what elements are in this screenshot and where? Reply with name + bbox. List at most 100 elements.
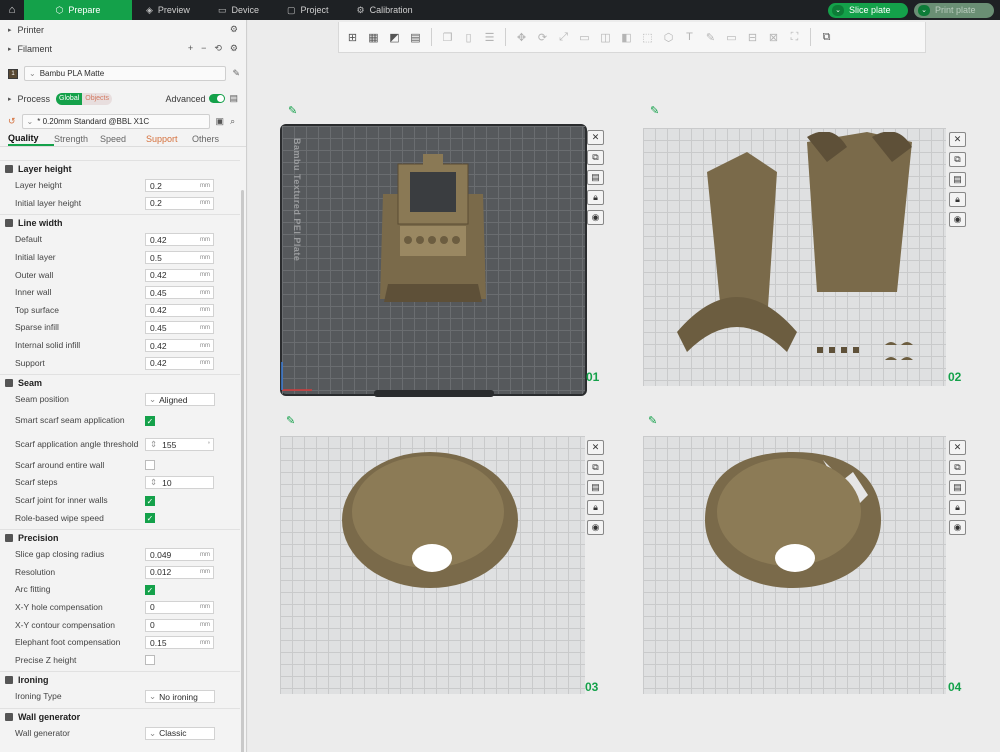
- sync-icon[interactable]: ⟲: [214, 43, 222, 54]
- close-icon[interactable]: ✕: [949, 132, 966, 147]
- model-object[interactable]: [703, 450, 883, 590]
- top-surface-width-input[interactable]: 0.42 mm: [145, 303, 214, 317]
- lock-icon[interactable]: 🔒︎: [587, 500, 604, 515]
- tab-device[interactable]: ▭ Device: [204, 0, 273, 20]
- collapse-icon[interactable]: ▸: [8, 26, 12, 34]
- scarf-entire-checkbox[interactable]: [145, 460, 155, 471]
- auto-arrange-icon[interactable]: ⧉: [587, 150, 604, 165]
- slice-gap-input[interactable]: 0.049 mm: [145, 548, 214, 562]
- collapse-icon[interactable]: ▸: [8, 95, 12, 103]
- save-icon[interactable]: ▣: [216, 116, 225, 127]
- inner-wall-width-input[interactable]: 0.45 mm: [145, 286, 214, 300]
- tab-quality[interactable]: Quality: [8, 131, 54, 146]
- add-plate-icon[interactable]: ▦: [364, 28, 383, 47]
- arrange-icon[interactable]: ▤: [406, 28, 425, 47]
- plate-02[interactable]: [643, 128, 946, 386]
- eye-icon[interactable]: ◉: [587, 210, 604, 225]
- text-icon[interactable]: T: [680, 28, 699, 47]
- initial-layer-height-input[interactable]: 0.2 mm: [145, 196, 214, 210]
- lock-icon[interactable]: 🔒︎: [949, 500, 966, 515]
- auto-arrange-icon[interactable]: ⧉: [949, 460, 966, 475]
- auto-arrange-icon[interactable]: ⧉: [949, 152, 966, 167]
- paste-icon[interactable]: ▯: [459, 28, 478, 47]
- color-paint-icon[interactable]: ✎: [701, 28, 720, 47]
- dropdown-chevron-icon[interactable]: ⌄: [918, 4, 930, 16]
- edit-plate-icon[interactable]: ✎: [650, 104, 659, 117]
- layer-height-input[interactable]: 0.2 mm: [145, 179, 214, 193]
- lay-on-face-icon[interactable]: ▭: [575, 28, 594, 47]
- internal-solid-infill-width-input[interactable]: 0.42 mm: [145, 339, 214, 353]
- rotate-icon[interactable]: ⟳: [533, 28, 552, 47]
- settings-icon[interactable]: ⚙: [230, 43, 238, 54]
- edit-icon[interactable]: ✎: [232, 68, 240, 79]
- resolution-input[interactable]: 0.012 mm: [145, 565, 214, 579]
- scale-icon[interactable]: ⤢: [554, 28, 573, 47]
- 3d-viewport[interactable]: ⊞ ▦ ◩ ▤ ❐ ▯ ☰ ✥ ⟳ ⤢ ▭ ◫ ◧ ⬚ ⬡ T ✎ ▭ ⊟ ⊠ …: [248, 20, 1000, 752]
- plate-03[interactable]: [280, 436, 585, 694]
- search-icon[interactable]: ⌕: [230, 116, 235, 127]
- initial-layer-width-input[interactable]: 0.5 mm: [145, 251, 214, 265]
- seam-paint-icon[interactable]: ⬡: [659, 28, 678, 47]
- ironing-type-select[interactable]: ⌄ No ironing: [145, 690, 215, 704]
- split-icon[interactable]: ⊠: [764, 28, 783, 47]
- plate-01[interactable]: Bambu Textured PEI Plate: [280, 124, 587, 397]
- wall-generator-select[interactable]: ⌄ Classic: [145, 726, 215, 740]
- plate-settings-icon[interactable]: ▤: [949, 172, 966, 187]
- tab-project[interactable]: ▢ Project: [273, 0, 343, 20]
- arc-fitting-checkbox[interactable]: ✓: [145, 584, 155, 595]
- tab-speed[interactable]: Speed: [100, 131, 146, 146]
- move-icon[interactable]: ✥: [512, 28, 531, 47]
- global-option[interactable]: Global: [56, 92, 83, 105]
- scarf-steps-input[interactable]: ⇕ 10: [145, 476, 214, 490]
- close-icon[interactable]: ✕: [949, 440, 966, 455]
- boolean-icon[interactable]: ◧: [617, 28, 636, 47]
- measure-icon[interactable]: ▭: [722, 28, 741, 47]
- edit-plate-icon[interactable]: ✎: [648, 414, 657, 427]
- role-wipe-checkbox[interactable]: ✓: [145, 513, 155, 524]
- tab-prepare[interactable]: ⬡ Prepare: [24, 0, 132, 20]
- filament-color-swatch[interactable]: 1: [8, 68, 18, 79]
- eye-icon[interactable]: ◉: [587, 520, 604, 535]
- slice-plate-button[interactable]: ⌄ Slice plate: [828, 2, 908, 18]
- add-icon[interactable]: +: [188, 43, 193, 54]
- sidebar-scrollbar[interactable]: [241, 190, 244, 752]
- eye-icon[interactable]: ◉: [949, 212, 966, 227]
- fit-view-icon[interactable]: ⛶: [785, 28, 804, 47]
- plate-settings-icon[interactable]: ▤: [949, 480, 966, 495]
- scarf-inner-checkbox[interactable]: ✓: [145, 495, 155, 506]
- plate-04[interactable]: [643, 436, 946, 694]
- auto-arrange-icon[interactable]: ⧉: [587, 460, 604, 475]
- dropdown-chevron-icon[interactable]: ⌄: [832, 4, 844, 16]
- tab-calibration[interactable]: ⚙ Calibration: [343, 0, 427, 20]
- cut-icon[interactable]: ◫: [596, 28, 615, 47]
- variable-layer-icon[interactable]: ⧉: [817, 28, 836, 47]
- lock-icon[interactable]: 🔒︎: [587, 190, 604, 205]
- lock-icon[interactable]: 🔒︎: [949, 192, 966, 207]
- minus-icon[interactable]: −: [201, 43, 206, 54]
- support-width-input[interactable]: 0.42 mm: [145, 356, 214, 370]
- filament-combo[interactable]: ⌄ Bambu PLA Matte: [24, 66, 227, 81]
- sparse-infill-width-input[interactable]: 0.45 mm: [145, 321, 214, 335]
- default-width-input[interactable]: 0.42 mm: [145, 233, 214, 247]
- precise-z-checkbox[interactable]: [145, 655, 155, 666]
- smart-scarf-checkbox[interactable]: ✓: [145, 415, 155, 426]
- scarf-angle-input[interactable]: ⇕ 155 °: [145, 438, 214, 452]
- layers-icon[interactable]: ☰: [480, 28, 499, 47]
- support-paint-icon[interactable]: ⬚: [638, 28, 657, 47]
- model-object[interactable]: [378, 154, 488, 304]
- print-plate-button[interactable]: ⌄ Print plate: [914, 2, 994, 18]
- close-icon[interactable]: ✕: [587, 440, 604, 455]
- settings-icon[interactable]: ⚙: [230, 24, 238, 35]
- reset-icon[interactable]: ↺: [8, 116, 16, 127]
- add-object-icon[interactable]: ⊞: [343, 28, 362, 47]
- seam-position-select[interactable]: ⌄ Aligned: [145, 393, 215, 407]
- global-objects-toggle[interactable]: Global Objects: [56, 92, 112, 105]
- xy-hole-input[interactable]: 0 mm: [145, 600, 214, 614]
- orient-icon[interactable]: ◩: [385, 28, 404, 47]
- tab-preview[interactable]: ◈ Preview: [132, 0, 204, 20]
- plate-settings-icon[interactable]: ▤: [587, 170, 604, 185]
- assembly-icon[interactable]: ⊟: [743, 28, 762, 47]
- xy-contour-input[interactable]: 0 mm: [145, 618, 214, 632]
- preset-combo[interactable]: ⌄ * 0.20mm Standard @BBL X1C: [21, 114, 210, 129]
- close-icon[interactable]: ✕: [587, 130, 604, 145]
